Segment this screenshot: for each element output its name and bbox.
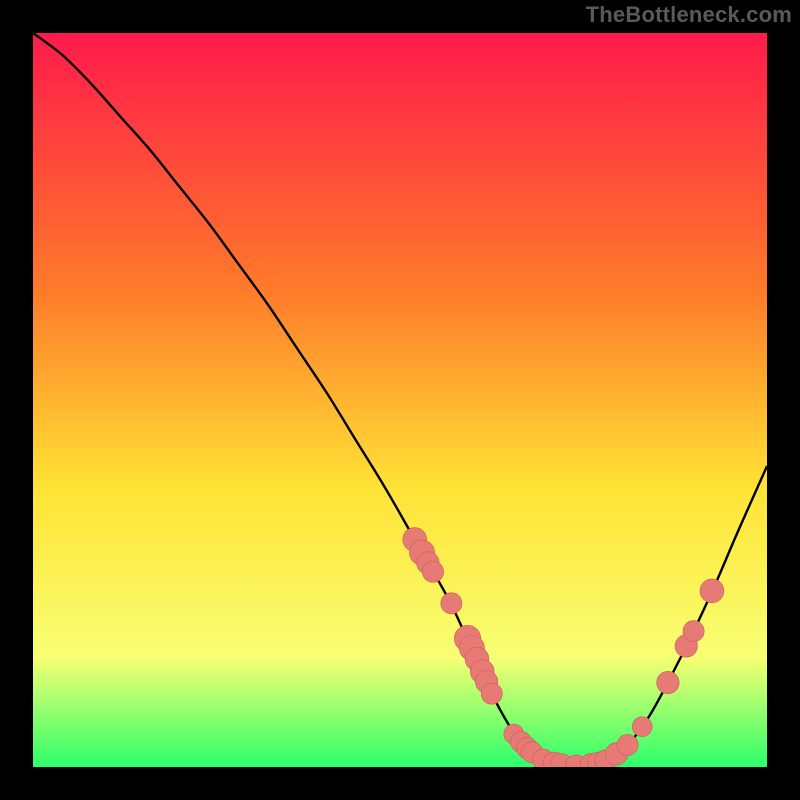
curve-marker — [617, 734, 638, 755]
plot-area — [33, 33, 767, 767]
curve-marker — [441, 593, 462, 614]
curve-marker — [700, 579, 724, 603]
chart-frame: TheBottleneck.com — [0, 0, 800, 800]
curve-marker — [422, 561, 443, 582]
curve-marker — [481, 683, 502, 704]
curve-marker — [632, 717, 652, 737]
curve-marker — [683, 621, 704, 642]
curve-marker — [657, 671, 680, 694]
watermark-text: TheBottleneck.com — [586, 2, 792, 28]
chart-svg — [33, 33, 767, 767]
